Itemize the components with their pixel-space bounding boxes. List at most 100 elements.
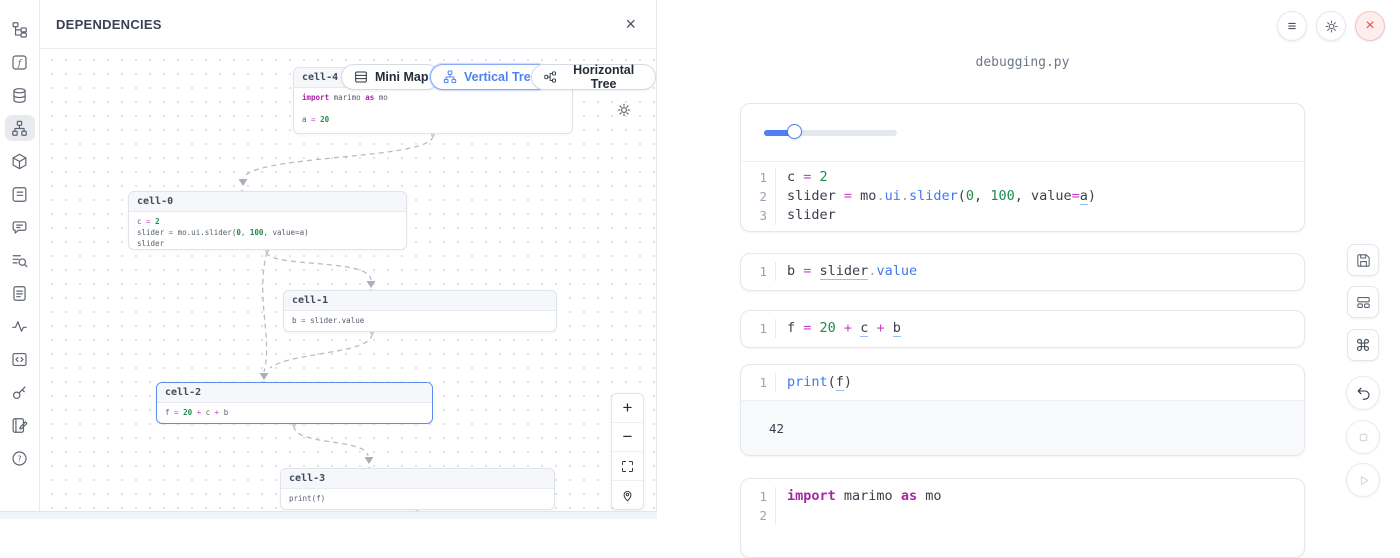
- graph-node-cell-0[interactable]: cell-0 c = 2 slider = mo.ui.slider(0, 10…: [128, 191, 407, 250]
- notebook-menu-button[interactable]: ≡: [1277, 11, 1307, 41]
- sidebar-item-packages[interactable]: [5, 148, 35, 174]
- close-panel-button[interactable]: ×: [625, 15, 636, 33]
- line-number: 3: [741, 206, 775, 225]
- notebook-cell-f: 1 f = 20 + c + b: [740, 310, 1305, 348]
- code-row: 1 f = 20 + c + b: [741, 319, 1304, 338]
- notebook-settings-button[interactable]: [1316, 11, 1346, 41]
- undo-button[interactable]: [1346, 376, 1380, 410]
- line-number: 2: [741, 506, 775, 525]
- functions-icon: f: [10, 53, 29, 72]
- line-number: 1: [741, 487, 775, 506]
- fit-view-icon: [620, 459, 635, 474]
- slider-track[interactable]: [764, 130, 897, 136]
- sidebar-item-help[interactable]: ?: [5, 445, 35, 471]
- notebook-cell-b: 1 b = slider.value: [740, 253, 1305, 291]
- node-code-line: slider = mo.ui.slider(0, 100, value=a): [137, 227, 398, 238]
- arrowhead: [260, 373, 269, 380]
- minimap-label: Mini Map: [375, 70, 428, 84]
- stop-all-button[interactable]: [1346, 420, 1380, 454]
- code-row: 1 c = 2: [741, 168, 1304, 187]
- cell-editor[interactable]: 1 b = slider.value: [741, 254, 1304, 289]
- node-code-line: slider: [137, 238, 398, 249]
- locate-node-button[interactable]: [612, 480, 643, 509]
- sidebar-item-documentation[interactable]: [5, 181, 35, 207]
- zoom-in-button[interactable]: +: [612, 394, 643, 422]
- svg-text:f: f: [17, 58, 23, 68]
- code-line[interactable]: slider: [775, 206, 1304, 225]
- notebook-cell-import: 1 import marimo as mo 2: [740, 478, 1305, 558]
- vertical-tree-label: Vertical Tree: [464, 70, 538, 84]
- cell-editor[interactable]: 1 print(f): [741, 365, 1304, 400]
- cell-editor[interactable]: 1 c = 2 2 slider = mo.ui.slider(0, 100, …: [741, 162, 1304, 231]
- package-cube-icon: [10, 152, 29, 171]
- graph-node-cell-2[interactable]: cell-2 f = 20 + c + b: [156, 382, 433, 424]
- graph-settings-button[interactable]: [615, 100, 635, 120]
- dependency-graph-canvas[interactable]: cell-4 import marimo as mo a = 20 cell-0…: [40, 48, 656, 511]
- code-line[interactable]: f = 20 + c + b: [775, 319, 1304, 338]
- sidebar-item-chat[interactable]: [5, 214, 35, 240]
- horizontal-tree-button[interactable]: Horizontal Tree: [531, 64, 656, 90]
- line-number: 2: [741, 187, 775, 206]
- node-title: cell-0: [129, 192, 406, 212]
- sidebar-item-functions[interactable]: f: [5, 49, 35, 75]
- scroll-icon: [10, 185, 29, 204]
- code-line[interactable]: print(f): [775, 373, 1304, 392]
- node-code-line: f = 20 + c + b: [165, 407, 424, 418]
- gear-icon: [1323, 18, 1340, 35]
- graph-zoom-controls: + −: [611, 393, 644, 510]
- fit-view-button[interactable]: [612, 451, 643, 480]
- arrowhead: [365, 457, 374, 464]
- code-row: 3 slider: [741, 206, 1304, 225]
- file-text-icon: [10, 284, 29, 303]
- notebook-area: ≡ × debugging.py 1 c = 2 2 slider = mo.u…: [657, 0, 1400, 518]
- code-line[interactable]: [775, 506, 1304, 525]
- save-floppy-icon: [1355, 252, 1372, 269]
- arrowhead: [367, 281, 376, 288]
- command-palette-button[interactable]: ⌘: [1347, 329, 1379, 361]
- node-title: cell-1: [284, 291, 556, 311]
- cell-editor[interactable]: 1 import marimo as mo 2: [741, 479, 1304, 533]
- key-icon: [10, 383, 29, 402]
- sidebar-item-file-tree[interactable]: [5, 16, 35, 42]
- notebook-cell-slider: 1 c = 2 2 slider = mo.ui.slider(0, 100, …: [740, 103, 1305, 232]
- node-code-line: b = slider.value: [292, 315, 548, 326]
- run-all-button[interactable]: [1346, 463, 1380, 497]
- sidebar-item-secrets[interactable]: [5, 379, 35, 405]
- notebook-pencil-icon: [10, 416, 29, 435]
- code-line[interactable]: c = 2: [775, 168, 1304, 187]
- helper-panel-sidebar: f ?: [0, 0, 40, 518]
- cell-editor[interactable]: 1 f = 20 + c + b: [741, 311, 1304, 346]
- minimap-button[interactable]: Mini Map: [341, 64, 440, 90]
- save-notebook-button[interactable]: [1347, 244, 1379, 276]
- sidebar-item-tracing[interactable]: [5, 313, 35, 339]
- layout-toggle-button[interactable]: [1347, 286, 1379, 318]
- arrowhead: [239, 179, 248, 186]
- graph-node-cell-3[interactable]: cell-3 print(f): [280, 468, 555, 510]
- shutdown-button[interactable]: ×: [1355, 11, 1385, 41]
- edge-cell0-cell1: [267, 252, 371, 280]
- database-icon: [10, 86, 29, 105]
- node-code-line: print(f): [289, 493, 546, 504]
- code-line[interactable]: slider = mo.ui.slider(0, 100, value=a): [775, 187, 1304, 206]
- notebook-cell-print: 1 print(f) 42: [740, 364, 1305, 456]
- node-code-line: import marimo as mo: [302, 92, 564, 103]
- sidebar-item-outputs[interactable]: [5, 346, 35, 372]
- sidebar-item-logs[interactable]: [5, 247, 35, 273]
- sidebar-item-snippets[interactable]: [5, 280, 35, 306]
- graph-node-cell-1[interactable]: cell-1 b = slider.value: [283, 290, 557, 332]
- zoom-out-button[interactable]: −: [612, 422, 643, 451]
- edge-cell1-cell2: [270, 334, 372, 368]
- undo-icon: [1355, 385, 1372, 402]
- line-number: 1: [741, 319, 775, 338]
- sidebar-item-data-sources[interactable]: [5, 82, 35, 108]
- panel-title: DEPENDENCIES: [56, 17, 162, 32]
- sidebar-item-scratchpad[interactable]: [5, 412, 35, 438]
- code-row: 1 print(f): [741, 373, 1304, 392]
- slider-handle[interactable]: [787, 124, 802, 139]
- cell-output-area: [741, 104, 1304, 162]
- code-line[interactable]: import marimo as mo: [775, 487, 1304, 506]
- dependency-graph-icon: [10, 119, 29, 138]
- code-line[interactable]: b = slider.value: [775, 262, 1304, 281]
- code-square-icon: [10, 350, 29, 369]
- sidebar-item-dependencies[interactable]: [5, 115, 35, 141]
